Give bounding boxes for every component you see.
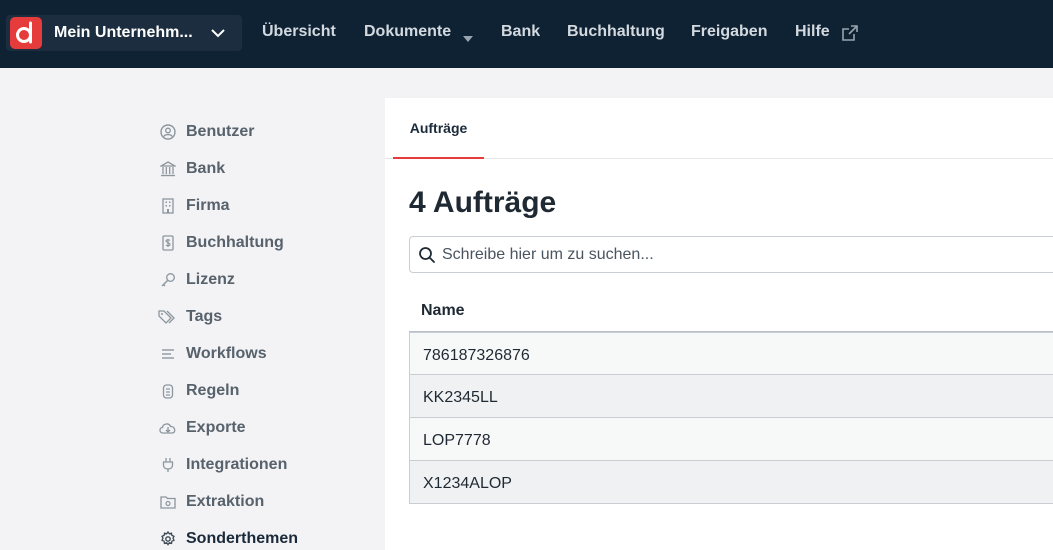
sidebar-item-label: Lizenz bbox=[186, 271, 235, 288]
tags-icon bbox=[158, 307, 178, 327]
table-header: Name bbox=[409, 288, 1053, 332]
sidebar-item-label: Sonderthemen bbox=[186, 530, 299, 547]
rules-icon bbox=[158, 381, 178, 401]
row-name: 786187326876 bbox=[423, 347, 530, 364]
user-circle-icon bbox=[158, 122, 178, 142]
sidebar-item-label: Exporte bbox=[186, 419, 246, 436]
sidebar-item-bank[interactable]: Bank bbox=[158, 157, 225, 181]
table-row[interactable]: X1234ALOP bbox=[410, 461, 1053, 504]
nav-accounting[interactable]: Buchhaltung bbox=[567, 23, 665, 41]
sidebar-item-label: Firma bbox=[186, 197, 230, 214]
sidebar-item-extraktion[interactable]: Extraktion bbox=[158, 490, 264, 514]
company-name: Mein Unternehm... bbox=[54, 24, 193, 41]
search-box[interactable] bbox=[409, 236, 1053, 273]
sidebar-item-tags[interactable]: Tags bbox=[158, 305, 222, 329]
table-row[interactable]: 786187326876 bbox=[410, 332, 1053, 375]
row-name: LOP7778 bbox=[423, 432, 491, 449]
nav-overview[interactable]: Übersicht bbox=[262, 23, 336, 41]
row-name: KK2345LL bbox=[423, 389, 498, 406]
nav-help[interactable]: Hilfe bbox=[795, 23, 830, 41]
caret-down-icon[interactable] bbox=[462, 30, 474, 48]
external-link-icon[interactable] bbox=[842, 25, 858, 46]
tab-auftraege[interactable]: Aufträge bbox=[393, 98, 484, 159]
nav-bank[interactable]: Bank bbox=[501, 23, 540, 41]
sidebar-item-label: Extraktion bbox=[186, 493, 265, 510]
sidebar-item-benutzer[interactable]: Benutzer bbox=[158, 120, 254, 144]
main-panel: Aufträge 4 Aufträge Name 786187326876 KK… bbox=[385, 98, 1053, 550]
building-icon bbox=[158, 196, 178, 216]
key-icon bbox=[158, 270, 178, 290]
sidebar-item-buchhaltung[interactable]: Buchhaltung bbox=[158, 231, 284, 255]
sidebar-item-regeln[interactable]: Regeln bbox=[158, 379, 239, 403]
nav-documents[interactable]: Dokumente bbox=[364, 23, 451, 41]
sidebar-item-label: Benutzer bbox=[186, 123, 255, 140]
plug-icon bbox=[158, 455, 178, 475]
search-icon bbox=[418, 246, 436, 269]
tab-bar: Aufträge bbox=[385, 98, 1053, 159]
app-logo bbox=[10, 17, 42, 49]
sidebar-item-sonderthemen[interactable]: Sonderthemen bbox=[158, 527, 298, 550]
sidebar-item-label: Integrationen bbox=[186, 456, 288, 473]
calculator-icon bbox=[158, 233, 178, 253]
gear-icon bbox=[158, 529, 178, 549]
search-input[interactable] bbox=[442, 244, 1042, 266]
cloud-download-icon bbox=[158, 418, 178, 438]
sidebar-item-integrationen[interactable]: Integrationen bbox=[158, 453, 287, 477]
sidebar-item-label: Regeln bbox=[186, 382, 240, 399]
folder-icon bbox=[158, 492, 178, 512]
sidebar-item-exporte[interactable]: Exporte bbox=[158, 416, 246, 440]
sidebar-item-label: Buchhaltung bbox=[186, 234, 284, 251]
nav-approvals[interactable]: Freigaben bbox=[691, 23, 767, 41]
sidebar-item-firma[interactable]: Firma bbox=[158, 194, 230, 218]
sidebar-item-label: Tags bbox=[186, 308, 223, 325]
sidebar-item-label: Bank bbox=[186, 160, 226, 177]
table-row[interactable]: LOP7778 bbox=[410, 418, 1053, 461]
company-switcher[interactable]: Mein Unternehm... bbox=[6, 15, 242, 51]
top-navbar: Mein Unternehm... Übersicht Dokumente Ba… bbox=[0, 0, 1053, 68]
sidebar-item-lizenz[interactable]: Lizenz bbox=[158, 268, 235, 292]
list-icon bbox=[158, 344, 178, 364]
page-title: 4 Aufträge bbox=[409, 186, 557, 219]
sidebar-item-label: Workflows bbox=[186, 345, 267, 362]
column-header-name[interactable]: Name bbox=[421, 302, 465, 320]
row-name: X1234ALOP bbox=[423, 475, 512, 492]
table-row[interactable]: KK2345LL bbox=[410, 375, 1053, 418]
sidebar-item-workflows[interactable]: Workflows bbox=[158, 342, 267, 366]
orders-table: 786187326876 KK2345LL LOP7778 X1234ALOP bbox=[409, 332, 1053, 504]
bank-icon bbox=[158, 159, 178, 179]
settings-sidebar: Benutzer Bank Firma Buchhaltung Lizenz T… bbox=[0, 68, 385, 550]
chevron-down-icon bbox=[210, 26, 226, 45]
